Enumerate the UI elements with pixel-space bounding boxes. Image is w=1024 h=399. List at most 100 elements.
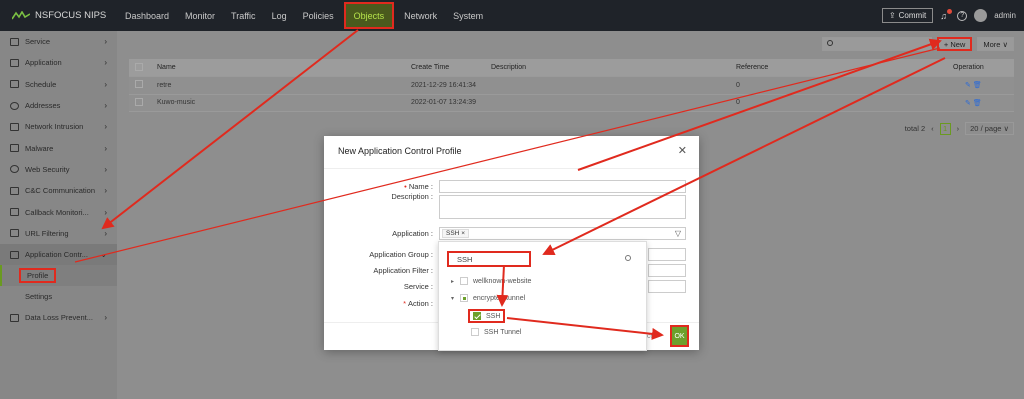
tree-checkbox-partial[interactable] — [460, 294, 468, 302]
globe-icon — [10, 165, 19, 174]
sidebar-subitem-settings[interactable]: Settings — [0, 286, 117, 307]
sidebar-item-web-security[interactable]: Web Security › — [0, 159, 117, 180]
col-description[interactable]: Description — [485, 59, 730, 77]
page-size-select[interactable]: 20 / page ∨ — [965, 122, 1014, 135]
tree-node-wellknown-website[interactable]: ▸ wellknown-website — [451, 277, 531, 285]
nav-system[interactable]: System — [445, 0, 491, 31]
row-checkbox[interactable] — [135, 80, 143, 89]
tree-leaf-ssh-tunnel[interactable]: SSH Tunnel — [471, 328, 521, 336]
chevron-right-icon: › — [104, 37, 107, 47]
prev-page-icon[interactable]: ‹ — [931, 124, 934, 133]
tree-leaf-ssh[interactable]: SSH — [468, 309, 506, 323]
location-icon — [10, 101, 19, 110]
sidebar-item-malware[interactable]: Malware › — [0, 137, 117, 158]
sidebar-item-addresses[interactable]: Addresses › — [0, 95, 117, 116]
close-icon[interactable]: ✕ — [678, 144, 687, 157]
page-number[interactable]: 1 — [939, 122, 951, 135]
tag-remove-icon[interactable]: × — [461, 230, 465, 237]
username[interactable]: admin — [994, 11, 1016, 20]
edit-icon[interactable]: ✎ — [965, 100, 971, 107]
chevron-right-icon: › — [104, 58, 107, 68]
total-count: total 2 — [904, 124, 926, 133]
dropdown-search-input[interactable]: SSH — [447, 251, 531, 267]
select-all-cell[interactable] — [129, 59, 151, 77]
brand-name: NSFOCUS NIPS — [35, 10, 107, 21]
application-group-select[interactable] — [648, 247, 686, 261]
tree-checkbox[interactable] — [471, 328, 479, 336]
commit-button[interactable]: ⇪ Commit — [881, 8, 934, 23]
col-reference[interactable]: Reference — [730, 59, 947, 77]
sidebar-item-service[interactable]: Service › — [0, 31, 117, 52]
cell-name[interactable]: retre — [151, 76, 405, 95]
help-icon[interactable]: ? — [957, 10, 968, 21]
application-dropdown: SSH ▸ wellknown-website ▾ encrypted-tunn… — [438, 241, 647, 351]
profile-table: Name Create Time Description Reference O… — [129, 59, 1014, 112]
sidebar-item-label: Addresses — [25, 101, 61, 111]
cancel-button[interactable]: cel — [647, 333, 656, 340]
sidebar-item-schedule[interactable]: Schedule › — [0, 74, 117, 95]
new-button[interactable]: + New — [936, 37, 973, 51]
application-filter-select[interactable] — [648, 263, 686, 277]
col-name[interactable]: Name — [151, 59, 405, 77]
tree-node-encrypted-tunnel[interactable]: ▾ encrypted-tunnel — [451, 294, 525, 302]
sidebar-item-label: Service — [25, 37, 51, 47]
sidebar-item-cc-communication[interactable]: C&C Communication › — [0, 180, 117, 201]
sidebar-item-label: URL Filtering — [25, 228, 69, 238]
description-field[interactable] — [439, 195, 686, 219]
notification-dot — [947, 8, 953, 14]
search-icon[interactable] — [625, 255, 631, 261]
nav-traffic[interactable]: Traffic — [223, 0, 264, 31]
sidebar-item-url-filtering[interactable]: URL Filtering › — [0, 223, 117, 244]
chevron-down-icon: ⌄ — [100, 250, 107, 260]
nav-objects[interactable]: Objects — [343, 2, 395, 29]
cell-name[interactable]: Kuwo-music — [151, 94, 405, 112]
chevron-right-icon: › — [104, 143, 107, 153]
table-row[interactable]: Kuwo-music 2022-01-07 13:24:39 0 ✎ 🗑 — [129, 94, 1014, 112]
name-field[interactable] — [439, 179, 686, 193]
avatar[interactable] — [974, 9, 988, 22]
main-menu: Dashboard Monitor Traffic Log Policies O… — [117, 0, 491, 31]
notification-bell-icon[interactable]: ♫ — [940, 8, 953, 21]
col-create-time[interactable]: Create Time — [405, 59, 485, 77]
tree-checkbox-checked[interactable] — [473, 312, 481, 320]
sidebar-item-data-loss-prevention[interactable]: Data Loss Prevent... › — [0, 307, 117, 328]
nav-policies[interactable]: Policies — [295, 0, 342, 31]
select-all-checkbox[interactable] — [135, 62, 143, 71]
mail-icon — [10, 208, 19, 217]
dialog-title: New Application Control Profile — [338, 146, 462, 156]
search-input[interactable] — [821, 37, 932, 51]
row-select-cell[interactable] — [129, 76, 151, 95]
service-select[interactable] — [648, 279, 686, 293]
table-row[interactable]: retre 2021-12-29 16:41:34 0 ✎ 🗑 — [129, 76, 1014, 95]
nav-log[interactable]: Log — [264, 0, 295, 31]
brand[interactable]: NSFOCUS NIPS — [0, 10, 117, 21]
sidebar-item-application[interactable]: Application › — [0, 52, 117, 73]
sidebar-item-application-control[interactable]: Application Contr... ⌄ — [0, 243, 117, 266]
table-header-row: Name Create Time Description Reference O… — [129, 59, 1014, 77]
caret-right-icon[interactable]: ▸ — [451, 278, 460, 285]
delete-icon[interactable]: 🗑 — [973, 82, 982, 89]
nav-network[interactable]: Network — [396, 0, 445, 31]
sidebar-item-callback-monitoring[interactable]: Callback Monitori... › — [0, 201, 117, 222]
application-icon — [10, 58, 19, 67]
sidebar-item-label: Malware — [25, 143, 54, 153]
tree-checkbox[interactable] — [460, 277, 468, 285]
next-page-icon[interactable]: › — [957, 124, 960, 133]
sidebar-item-network-intrusion[interactable]: Network Intrusion › — [0, 116, 117, 137]
ok-button[interactable]: OK — [670, 325, 689, 347]
row-select-cell[interactable] — [129, 94, 151, 112]
nav-monitor[interactable]: Monitor — [177, 0, 223, 31]
required-marker: • — [404, 181, 407, 191]
sidebar-subitem-profile[interactable]: Profile — [0, 265, 117, 287]
edit-icon[interactable]: ✎ — [965, 82, 971, 89]
delete-icon[interactable]: 🗑 — [973, 100, 982, 107]
filter-funnel-icon[interactable]: ▽ — [675, 229, 681, 238]
sidebar-item-label: Callback Monitori... — [25, 207, 89, 217]
application-select[interactable]: SSH × ▽ — [439, 226, 686, 240]
row-checkbox[interactable] — [135, 97, 143, 106]
caret-down-icon[interactable]: ▾ — [451, 295, 460, 302]
nav-dashboard[interactable]: Dashboard — [117, 0, 177, 31]
sidebar-subitem-label: Profile — [19, 268, 57, 284]
upload-icon: ⇪ — [888, 11, 896, 20]
more-button[interactable]: More ∨ — [977, 37, 1014, 51]
